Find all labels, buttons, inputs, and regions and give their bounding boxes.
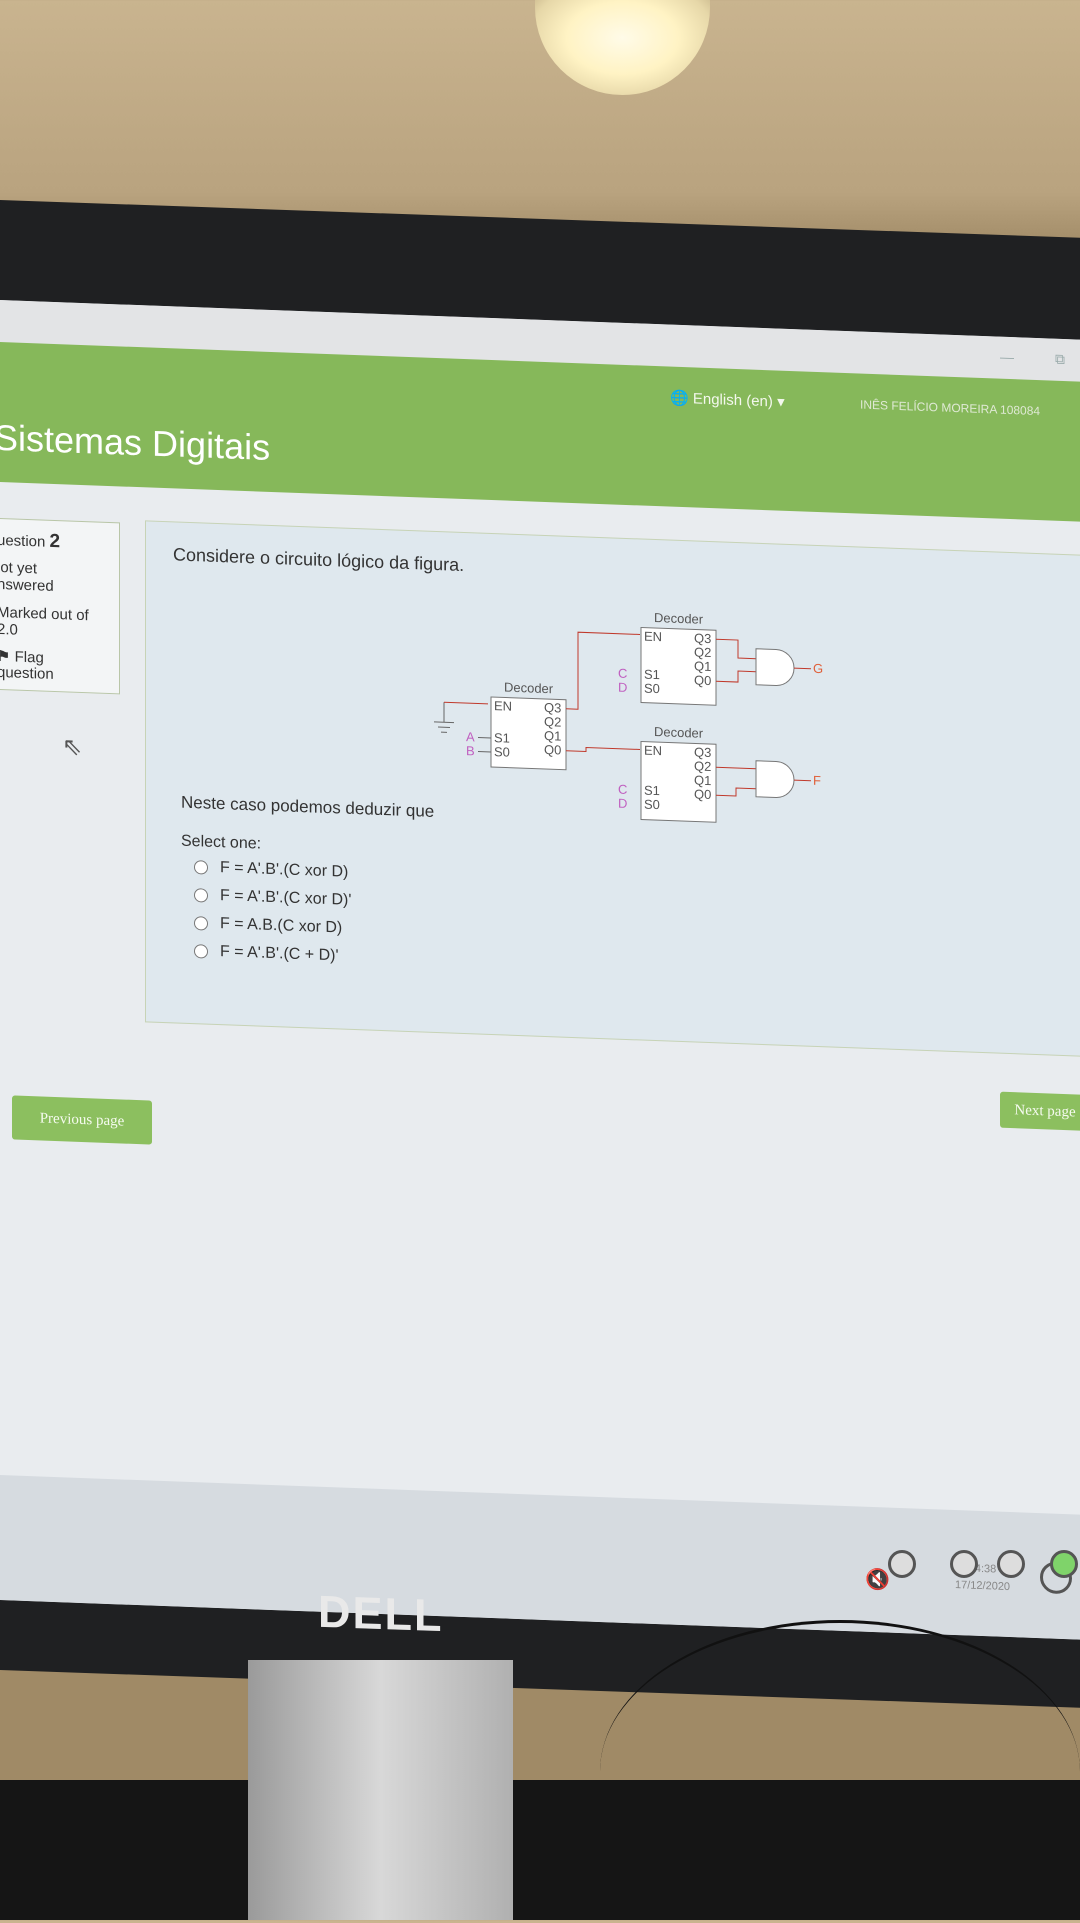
decoder-1-s0: S0 [494, 744, 510, 760]
previous-page-button[interactable]: Previous page [12, 1095, 152, 1144]
deduction-text: Neste caso podemos deduzir que [181, 793, 434, 822]
decoder-1-q0: Q0 [544, 742, 561, 758]
question-info-panel: uestion 2 lot yet nswered Marked out of … [0, 518, 120, 695]
decoder-1-label: Decoder [504, 679, 554, 696]
monitor-stand [248, 1660, 513, 1920]
monitor-power-button[interactable] [1050, 1550, 1078, 1578]
logic-circuit-diagram: Decoder EN S1 S0 Q3 Q2 Q1 Q0 A B Decoder… [426, 582, 946, 841]
question-number: 2 [50, 531, 61, 552]
flag-icon: ⚑ [0, 648, 10, 665]
input-b-label: B [466, 743, 475, 758]
and-gate-g [756, 649, 794, 686]
radio-button[interactable] [194, 916, 208, 931]
language-label: English (en) ▾ [693, 390, 785, 410]
dell-logo: DELL [318, 1586, 444, 1642]
decoder-2-q0: Q0 [694, 672, 711, 688]
decoder-2-label: Decoder [654, 610, 704, 627]
wire-g-in-2 [716, 670, 756, 682]
ground-symbol [434, 702, 454, 733]
output-f-label: F [813, 773, 821, 788]
decoder-2-en: EN [644, 629, 662, 645]
radio-button[interactable] [194, 888, 208, 903]
wire-q0-en3 [566, 747, 640, 754]
wire-f-in-2 [716, 787, 756, 796]
question-heading: uestion 2 [0, 529, 60, 553]
user-menu[interactable]: INÊS FELÍCIO MOREIRA 108084 [860, 398, 1040, 419]
minimize-icon[interactable]: — [1000, 349, 1014, 366]
input-c-label-1: C [618, 666, 627, 681]
monitor-button-1[interactable] [888, 1550, 916, 1578]
input-d-label-2: D [618, 796, 627, 811]
input-a-label: A [466, 729, 475, 744]
course-title[interactable]: Sistemas Digitais [0, 417, 270, 469]
answer-option-3[interactable]: F = A.B.(C xor D) [194, 914, 342, 937]
decoder-3-en: EN [644, 743, 662, 759]
monitor-button-3[interactable] [997, 1550, 1025, 1578]
wire-q3-en2 [566, 632, 640, 712]
output-g-label: G [813, 661, 823, 676]
wire-g-out [794, 668, 811, 669]
answer-option-4[interactable]: F = A'.B'.(C + D)' [194, 942, 339, 965]
decoder-3-q0: Q0 [694, 786, 711, 802]
decoder-3-s0: S0 [644, 797, 660, 813]
wire-f-out [794, 780, 811, 781]
question-content: Considere o circuito lógico da figura. D… [145, 520, 1080, 1057]
wire-f-in-1 [716, 767, 756, 768]
radio-button[interactable] [194, 860, 208, 875]
restore-icon[interactable]: ⧉ [1055, 351, 1065, 368]
marked-line-2: 2.0 [0, 621, 18, 639]
decoder-2-s0: S0 [644, 681, 660, 697]
monitor-button-2[interactable] [950, 1550, 978, 1578]
status-line-2: nswered [0, 576, 54, 595]
wire-g-in-1 [716, 639, 756, 658]
mouse-pointer-icon: ⇖ [62, 732, 82, 762]
decoder-3-label: Decoder [654, 724, 704, 741]
decoder-1-en: EN [494, 698, 512, 714]
clock-date: 17/12/2020 [955, 1577, 1010, 1596]
status-line-1: lot yet [0, 559, 37, 577]
speaker-muted-icon[interactable]: 🔇 [865, 1567, 890, 1593]
question-text: Considere o circuito lógico da figura. [173, 544, 464, 576]
select-one-label: Select one: [181, 833, 261, 854]
next-page-button[interactable]: Next page [1000, 1092, 1080, 1131]
ceiling-lamp [535, 0, 710, 95]
radio-button[interactable] [194, 944, 208, 959]
and-gate-f [756, 761, 794, 798]
language-menu[interactable]: 🌐 English (en) ▾ [670, 389, 785, 411]
answer-option-2[interactable]: F = A'.B'.(C xor D)' [194, 886, 351, 910]
globe-icon: 🌐 [670, 390, 689, 408]
flag-question-line-2[interactable]: question [0, 664, 54, 683]
input-c-label-2: C [618, 782, 627, 797]
screen: — ⧉ 🌐 English (en) ▾ INÊS FELÍCIO MOREIR… [0, 300, 1080, 1640]
answer-option-1[interactable]: F = A'.B'.(C xor D) [194, 858, 348, 882]
wire-en-1 [444, 702, 488, 704]
input-d-label-1: D [618, 680, 627, 695]
cable [600, 1620, 1080, 1923]
